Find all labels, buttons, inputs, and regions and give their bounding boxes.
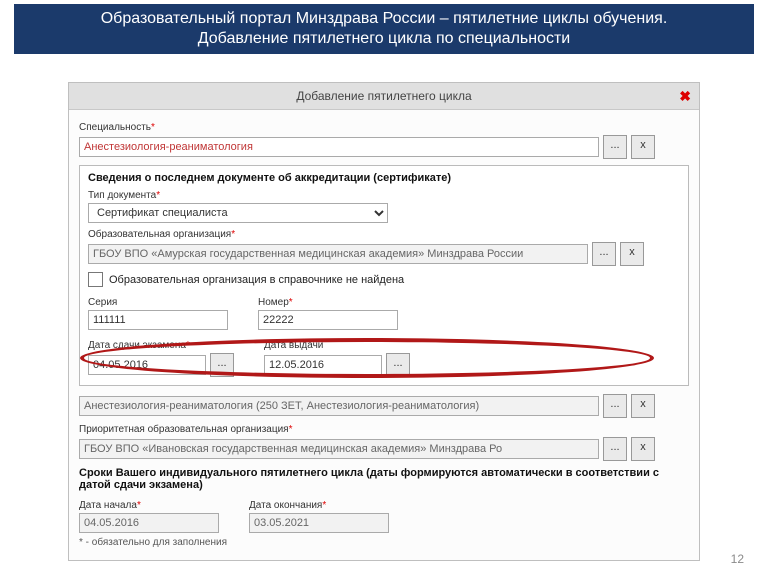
series-label: Серия [88, 297, 228, 308]
number-label: Номер* [258, 297, 398, 308]
specialty-clear-button[interactable]: x [631, 135, 655, 159]
issue-date-label: Дата выдачи [264, 340, 410, 351]
exam-date-label: Дата сдачи экзамена* [88, 340, 234, 351]
program-pick-button[interactable]: ... [603, 394, 627, 418]
exam-date-pick-button[interactable]: ... [210, 353, 234, 377]
specialty-label: Специальность* [79, 122, 689, 133]
slide-header: Образовательный портал Минздрава России … [14, 4, 754, 54]
modal-title-bar: Добавление пятилетнего цикла ✖ [69, 83, 699, 110]
modal-title: Добавление пятилетнего цикла [296, 89, 471, 103]
series-input[interactable] [88, 310, 228, 330]
org-not-found-checkbox[interactable] [88, 272, 103, 287]
add-cycle-modal: Добавление пятилетнего цикла ✖ Специальн… [68, 82, 700, 561]
program-clear-button[interactable]: x [631, 394, 655, 418]
program-input[interactable] [79, 396, 599, 416]
specialty-pick-button[interactable]: ... [603, 135, 627, 159]
specialty-input[interactable] [79, 137, 599, 157]
doc-type-select[interactable]: Сертификат специалиста [88, 203, 388, 223]
start-date-label: Дата начала* [79, 500, 219, 511]
slide-title-line2: Добавление пятилетнего цикла по специаль… [24, 30, 744, 48]
priority-org-pick-button[interactable]: ... [603, 437, 627, 461]
priority-org-clear-button[interactable]: x [631, 437, 655, 461]
page-number: 12 [731, 552, 744, 566]
close-icon[interactable]: ✖ [679, 88, 691, 105]
end-date-input [249, 513, 389, 533]
end-date-label: Дата окончания* [249, 500, 389, 511]
required-footnote: * - обязательно для заполнения [79, 537, 689, 548]
start-date-input [79, 513, 219, 533]
edu-org-input[interactable] [88, 244, 588, 264]
edu-org-clear-button[interactable]: x [620, 242, 644, 266]
priority-org-label: Приоритетная образовательная организация… [79, 424, 689, 435]
edu-org-pick-button[interactable]: ... [592, 242, 616, 266]
slide-title-line1: Образовательный портал Минздрава России … [24, 10, 744, 28]
issue-date-pick-button[interactable]: ... [386, 353, 410, 377]
number-input[interactable] [258, 310, 398, 330]
exam-date-input[interactable] [88, 355, 206, 375]
doc-type-label: Тип документа* [88, 190, 680, 201]
priority-org-input[interactable] [79, 439, 599, 459]
issue-date-input[interactable] [264, 355, 382, 375]
accreditation-section-title: Сведения о последнем документе об аккред… [88, 172, 680, 184]
edu-org-label: Образовательная организация* [88, 229, 680, 240]
accreditation-section: Сведения о последнем документе об аккред… [79, 165, 689, 386]
org-not-found-label: Образовательная организация в справочник… [109, 274, 404, 286]
cycle-dates-title: Сроки Вашего индивидуального пятилетнего… [79, 467, 689, 491]
